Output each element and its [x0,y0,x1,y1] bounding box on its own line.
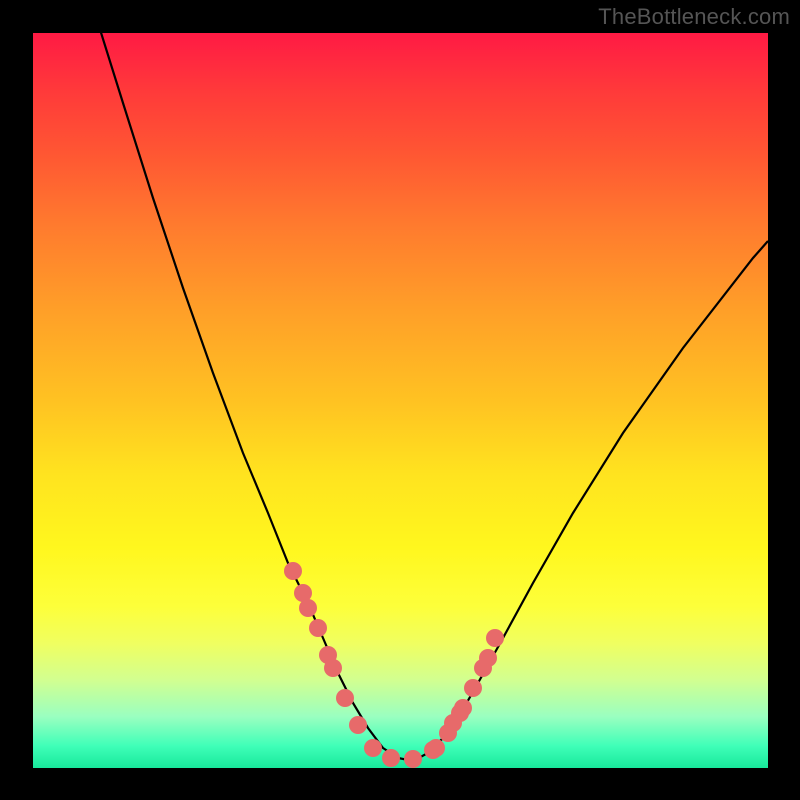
chart-gradient-background [33,33,768,768]
watermark-text: TheBottleneck.com [598,4,790,30]
